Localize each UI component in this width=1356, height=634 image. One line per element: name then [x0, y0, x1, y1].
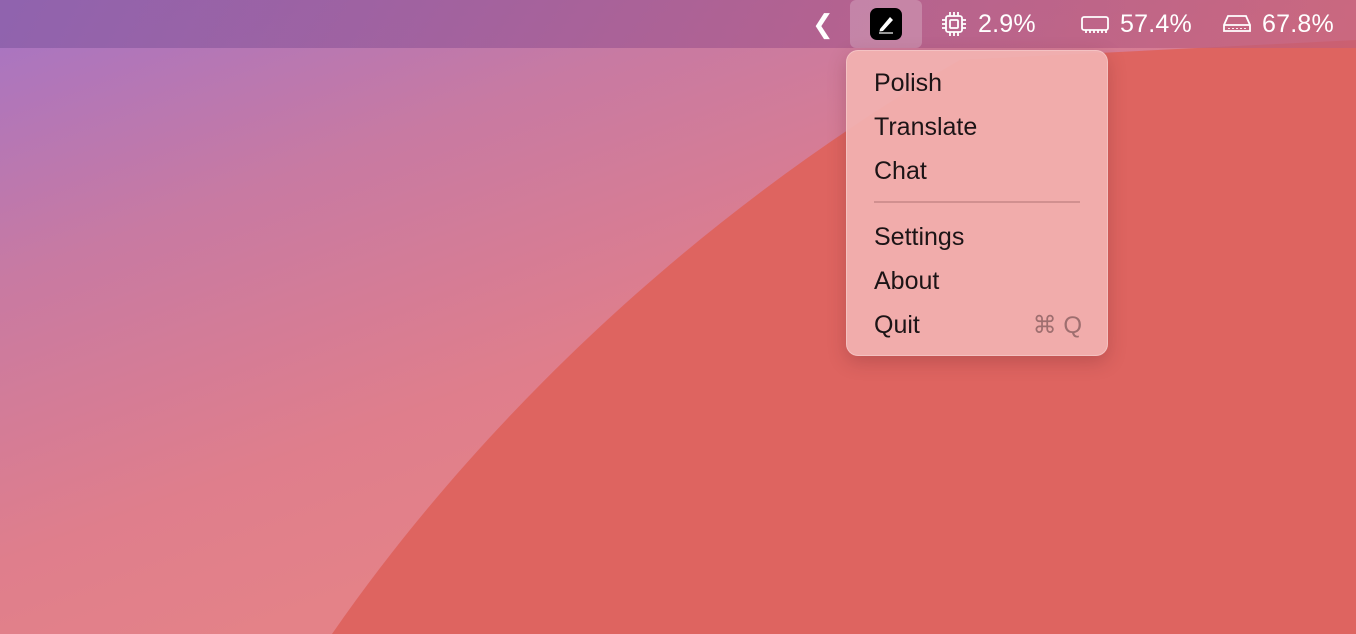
cpu-chip-icon [940, 10, 968, 38]
disk-usage-value: 67.8% [1262, 9, 1334, 38]
memory-icon [1080, 12, 1110, 36]
menu-item-label: About [874, 266, 940, 295]
menubar-chevron-button[interactable]: ❮ [812, 0, 834, 48]
menu-item-chat[interactable]: Chat [846, 149, 1108, 193]
menu-separator [874, 201, 1080, 203]
menu-item-polish[interactable]: Polish [846, 61, 1108, 105]
menu-item-label: Polish [874, 68, 943, 97]
menu-item-label: Translate [874, 112, 978, 141]
cpu-usage-value: 2.9% [978, 9, 1036, 38]
app-menu-extra-button[interactable] [850, 0, 922, 48]
wallpaper-wave [332, 40, 1356, 634]
chevron-left-icon: ❮ [812, 8, 834, 39]
pen-icon [870, 8, 902, 40]
disk-usage-item[interactable]: 67.8% [1222, 0, 1334, 48]
menu-item-label: Chat [874, 156, 927, 185]
menu-item-about[interactable]: About [846, 259, 1108, 303]
app-dropdown-menu: Polish Translate Chat Settings About Qui… [846, 50, 1108, 356]
menu-item-label: Settings [874, 222, 965, 251]
menu-item-quit[interactable]: Quit ⌘ Q [846, 303, 1108, 347]
desktop-wallpaper [0, 0, 1356, 634]
menu-item-settings[interactable]: Settings [846, 215, 1108, 259]
menu-bar: ❮ 2.9% 57.4% 67.8% [0, 0, 1356, 48]
menu-item-translate[interactable]: Translate [846, 105, 1108, 149]
cpu-usage-item[interactable]: 2.9% [940, 0, 1036, 48]
menu-item-label: Quit [874, 310, 920, 339]
memory-usage-item[interactable]: 57.4% [1080, 0, 1192, 48]
quit-shortcut-label: ⌘ Q [1032, 311, 1082, 339]
memory-usage-value: 57.4% [1120, 9, 1192, 38]
disk-drive-icon [1222, 12, 1252, 36]
